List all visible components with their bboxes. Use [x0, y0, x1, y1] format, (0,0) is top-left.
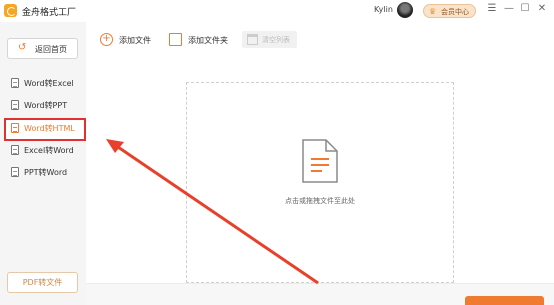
trash-icon [247, 34, 258, 45]
clear-list-label: 清空列表 [262, 36, 290, 44]
plus-circle-icon: + [100, 33, 113, 46]
drop-hint: 点击或拖拽文件至此处 [285, 197, 355, 205]
back-home-label: 返回首页 [35, 45, 67, 54]
document-icon [11, 78, 19, 88]
sidebar-item-label: PPT转Word [24, 168, 68, 177]
pdf-convert-button[interactable]: PDF转文件 [7, 272, 78, 293]
vip-center-button[interactable]: ♛ 会员中心 [423, 4, 476, 18]
avatar[interactable] [397, 2, 413, 18]
menu-icon[interactable]: ☰ [486, 3, 498, 14]
sidebar: ↺ 返回首页 Word转Excel Word转PPT Word转HTML Exc… [0, 22, 86, 305]
vip-center-label: 会员中心 [441, 8, 469, 16]
user-name[interactable]: Kylin [374, 5, 393, 14]
file-drop-zone[interactable]: 点击或拖拽文件至此处 [186, 82, 454, 283]
add-file-button[interactable]: + 添加文件 [100, 33, 160, 48]
minimize-icon[interactable]: — [503, 3, 515, 14]
add-file-label: 添加文件 [119, 36, 151, 45]
back-arrow-icon: ↺ [18, 42, 27, 53]
title-bar: 金舟格式工厂 Kylin ♛ 会员中心 ☰ — ☐ ✕ [0, 0, 554, 22]
sidebar-item-word-to-ppt[interactable]: Word转PPT [4, 95, 86, 115]
add-folder-label: 添加文件夹 [188, 36, 228, 45]
maximize-icon[interactable]: ☐ [519, 3, 531, 14]
sidebar-item-excel-to-word[interactable]: Excel转Word [4, 140, 86, 160]
sidebar-item-ppt-to-word[interactable]: PPT转Word [4, 162, 86, 182]
document-icon [11, 167, 19, 177]
close-icon[interactable]: ✕ [536, 3, 548, 14]
sidebar-item-label: Word转HTML [24, 124, 75, 133]
document-icon [11, 145, 19, 155]
document-icon [11, 123, 19, 133]
start-convert-button[interactable] [465, 296, 544, 305]
app-title: 金舟格式工厂 [22, 8, 77, 18]
sidebar-item-label: Word转Excel [24, 79, 74, 88]
add-folder-button[interactable]: 添加文件夹 [169, 33, 234, 48]
back-home-button[interactable]: ↺ 返回首页 [7, 38, 78, 59]
document-icon [11, 100, 19, 110]
crown-icon: ♛ [429, 7, 437, 16]
sidebar-item-label: Excel转Word [24, 146, 74, 155]
app-logo-icon [4, 4, 17, 17]
document-icon [302, 139, 338, 183]
folder-icon [169, 33, 182, 46]
sidebar-item-word-to-html[interactable]: Word转HTML [4, 118, 86, 141]
sidebar-item-word-to-excel[interactable]: Word转Excel [4, 73, 86, 93]
clear-list-button[interactable]: 清空列表 [242, 31, 297, 48]
sidebar-item-label: Word转PPT [24, 101, 68, 110]
